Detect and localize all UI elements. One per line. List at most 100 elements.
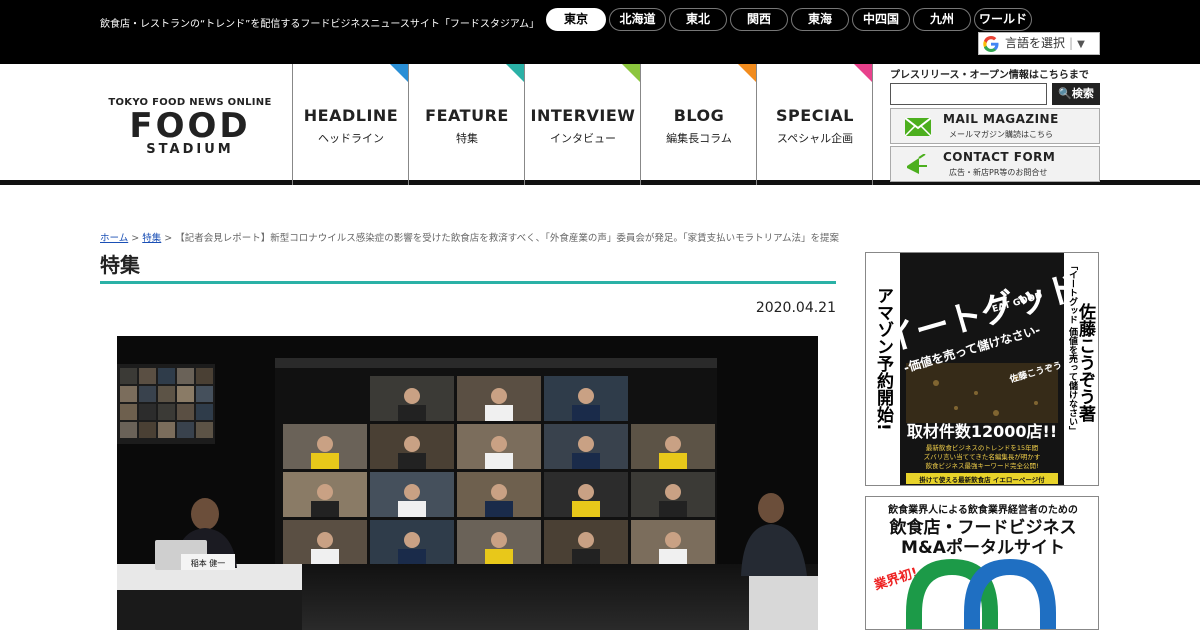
contact-form-title: CONTACT FORM <box>943 150 1056 164</box>
nav-label-jp: インタビュー <box>550 132 616 145</box>
video-tile <box>283 520 367 565</box>
video-tile-small <box>177 422 194 438</box>
video-tile <box>544 520 628 565</box>
nav-label-jp: 編集長コラム <box>666 132 732 145</box>
video-tile-small <box>177 404 194 420</box>
region-tab-tokyo[interactable]: 東京 <box>546 8 606 31</box>
contact-form-subtitle: 広告・新店PR等のお問合せ <box>949 168 1048 177</box>
breadcrumb-home-link[interactable]: ホーム <box>100 233 128 244</box>
video-tile-small <box>158 422 175 438</box>
video-tile-small <box>139 386 156 402</box>
search-input[interactable] <box>890 83 1047 105</box>
video-tile-small <box>158 368 175 384</box>
breadcrumb-separator: > <box>164 233 173 244</box>
language-label: 言語を選択 <box>1005 36 1066 50</box>
video-tile <box>370 376 454 421</box>
site-tagline: 飲食店・レストランの“トレンド”を配信するフードビジネスニュースサイト「フードス… <box>100 19 540 30</box>
region-tab-chushikoku[interactable]: 中四国 <box>852 8 910 31</box>
video-tile <box>283 424 367 469</box>
ma-line-3: M&Aポータルサイト <box>901 537 1065 558</box>
nav-label-en: INTERVIEW <box>530 106 636 125</box>
nav-label-jp: スペシャル企画 <box>776 132 854 145</box>
book-copy-3: 飲食ビジネス最強キーワード完全公開! <box>925 461 1038 470</box>
book-yellow-banner: 掛けて使える最新飲食店 イエローページ付 <box>919 475 1045 484</box>
video-tile <box>631 424 715 469</box>
video-tile-small <box>120 404 137 420</box>
ma-portal-ad-banner[interactable]: 飲食業界人による飲食業界経営者のための 飲食店・フードビジネス M&Aポータルサ… <box>865 496 1099 630</box>
video-tile-small <box>139 368 156 384</box>
megaphone-icon <box>907 154 927 174</box>
logo-line-2: FOOD <box>129 106 251 146</box>
ma-line-1: 飲食業界人による飲食業界経営者のための <box>887 503 1078 516</box>
video-tile-small <box>120 422 137 438</box>
nav-label-jp: ヘッドライン <box>318 132 384 145</box>
nav-label-en: HEADLINE <box>303 106 399 125</box>
video-tile <box>370 472 454 517</box>
language-selector[interactable]: 言語を選択 | ▼ <box>978 32 1100 55</box>
video-tile <box>544 424 628 469</box>
region-tab-world[interactable]: ワールド <box>974 8 1032 31</box>
book-copy-2: ズバリ言い当ててきた名編集長が明かす <box>924 452 1041 461</box>
region-tab-tokai[interactable]: 東海 <box>791 8 849 31</box>
video-tile <box>457 376 541 421</box>
video-tile <box>457 520 541 565</box>
contact-form-button[interactable]: CONTACT FORM 広告・新店PR等のお問合せ <box>890 146 1100 182</box>
video-tile-small <box>158 404 175 420</box>
speaker-nameplate: 稲本 健一 <box>191 558 226 568</box>
book-author: 佐藤こうぞう著 <box>1075 302 1097 422</box>
nav-corner-accent <box>390 64 409 83</box>
nav-special[interactable]: SPECIAL スペシャル企画 <box>756 64 873 185</box>
region-tab-kyushu[interactable]: 九州 <box>913 8 971 31</box>
video-tile <box>631 520 715 565</box>
breadcrumb-current: 【記者会見レポート】新型コロナウイルス感染症の影響を受けた飲食店を救済すべく、「… <box>175 233 839 244</box>
nav-label-en: FEATURE <box>425 106 509 125</box>
search-button-label: 検索 <box>1071 87 1094 100</box>
envelope-icon <box>905 118 931 136</box>
article-hero-photo: 稲本 健一 <box>117 336 818 630</box>
ma-line-2: 飲食店・フードビジネス <box>889 517 1077 538</box>
video-tile-small <box>139 422 156 438</box>
nav-blog[interactable]: BLOG 編集長コラム <box>640 64 757 185</box>
chevron-down-icon: ▼ <box>1077 39 1085 50</box>
region-tab-kansai[interactable]: 関西 <box>730 8 788 31</box>
video-tile <box>457 472 541 517</box>
search-button[interactable]: 🔍検索 <box>1052 83 1100 105</box>
post-date: 2020.04.21 <box>755 300 836 316</box>
mail-magazine-button[interactable]: MAIL MAGAZINE メールマガジン購読はこちら <box>890 108 1100 144</box>
video-tile <box>457 424 541 469</box>
nav-label-en: BLOG <box>673 106 725 125</box>
title-underline <box>100 281 836 284</box>
book-copy-1: 最新飲食ビジネスのトレンドを15年間 <box>926 443 1038 452</box>
top-bar: 飲食店・レストランの“トレンド”を配信するフードビジネスニュースサイト「フードス… <box>0 0 1200 64</box>
video-tile-small <box>196 422 213 438</box>
search-icon: 🔍 <box>1058 87 1072 100</box>
nav-corner-accent <box>738 64 757 83</box>
region-tab-hokkaido[interactable]: 北海道 <box>609 8 666 31</box>
video-tile-small <box>196 404 213 420</box>
breadcrumb-section-link[interactable]: 特集 <box>142 233 161 244</box>
nav-label-en: SPECIAL <box>776 106 854 125</box>
video-tile-small <box>196 368 213 384</box>
video-tile-small <box>120 368 137 384</box>
video-tile <box>370 424 454 469</box>
book-ad-banner[interactable]: イートグッド EAT GOOD -価値を売って儲けなさい- 佐藤こうぞう 取材件… <box>865 252 1099 486</box>
book-headline: 取材件数12000店!! <box>907 422 1057 441</box>
video-tile <box>544 472 628 517</box>
book-amazon-text: アマゾン予約開始! <box>873 287 894 431</box>
video-tile-small <box>120 386 137 402</box>
nav-corner-accent <box>854 64 873 83</box>
page-title: 特集 <box>100 253 140 277</box>
region-tab-tohoku[interactable]: 東北 <box>669 8 727 31</box>
site-logo[interactable]: TOKYO FOOD NEWS ONLINE FOOD STADIUM <box>100 97 280 157</box>
mail-magazine-title: MAIL MAGAZINE <box>943 112 1059 126</box>
breadcrumb: ホーム > 特集 > 【記者会見レポート】新型コロナウイルス感染症の影響を受けた… <box>100 230 839 244</box>
nav-headline[interactable]: HEADLINE ヘッドライン <box>292 64 409 185</box>
video-tile <box>631 472 715 517</box>
video-tile <box>283 472 367 517</box>
video-tile-small <box>196 386 213 402</box>
nav-interview[interactable]: INTERVIEW インタビュー <box>524 64 641 185</box>
nav-feature[interactable]: FEATURE 特集 <box>408 64 525 185</box>
book-vertical-subtitle: 「イートグッド 価値を売って儲けなさい」 <box>1067 261 1079 435</box>
nav-corner-accent <box>622 64 641 83</box>
nav-divider <box>872 64 873 185</box>
